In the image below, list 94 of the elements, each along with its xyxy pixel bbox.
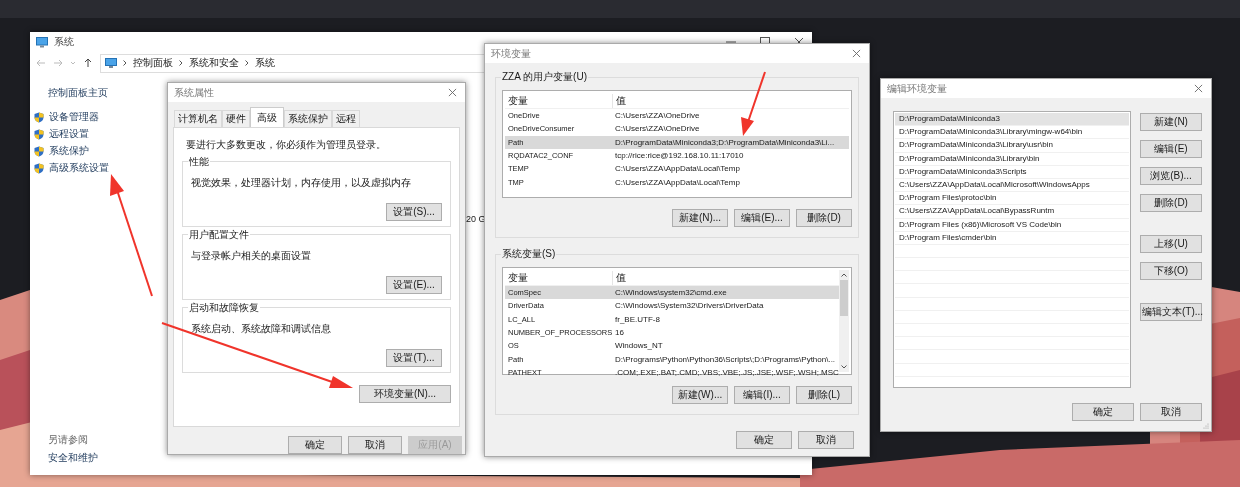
dialog-button[interactable]: 确定 <box>1072 403 1134 421</box>
dialog-button[interactable]: 取消 <box>348 436 402 454</box>
sidebar-link[interactable]: 系统保护 <box>49 144 89 158</box>
chevron-icon <box>123 60 127 66</box>
list-item[interactable]: C:\Users\ZZA\AppData\Local\Microsoft\WindowsApps <box>895 178 1129 193</box>
list-item[interactable]: D:\Program Files\protoc\bin <box>895 192 1129 206</box>
sidebar-link[interactable]: 远程设置 <box>49 127 89 141</box>
tab[interactable]: 硬件 <box>222 110 250 127</box>
dialog-button[interactable]: 确定 <box>736 431 792 449</box>
chevron-icon <box>179 60 183 66</box>
dialog-button[interactable]: 编辑(E) <box>1140 140 1202 158</box>
description-text: 与登录帐户相关的桌面设置 <box>191 249 312 263</box>
table-cell-text: C:\Windows\system32\cmd.exe <box>614 288 727 298</box>
environment-variables-button[interactable]: 环境变量(N)... <box>359 385 451 403</box>
list-item[interactable]: D:\ProgramData\Miniconda3\Library\bin <box>895 152 1129 166</box>
dialog-button[interactable]: 删除(D) <box>796 209 852 227</box>
table-cell-text: fr_BE.UTF-8 <box>614 314 660 324</box>
sidebar-link[interactable]: 设备管理器 <box>49 110 99 124</box>
group-title: 启动和故障恢复 <box>188 301 260 315</box>
column-header[interactable]: 变量 <box>505 270 612 285</box>
column-header[interactable]: 值 <box>612 93 626 108</box>
close-icon[interactable] <box>1194 84 1203 93</box>
table-cell-text: C:\Windows\System32\Drivers\DriverData <box>614 301 764 311</box>
list-item[interactable]: D:\ProgramData\Miniconda3\Scripts <box>895 165 1129 179</box>
settings-button[interactable]: 设置(T)... <box>386 349 442 367</box>
shield-icon <box>34 162 44 174</box>
tab[interactable]: 系统保护 <box>284 110 332 127</box>
table-cell-text: D:\ProgramData\Miniconda3;D:\ProgramData\Miniconda3\Li... <box>614 137 835 147</box>
sidebar-link[interactable]: 安全和维护 <box>48 451 164 465</box>
up-arrow-icon[interactable] <box>83 58 93 68</box>
settings-button[interactable]: 设置(S)... <box>386 203 442 221</box>
sidebar-link[interactable]: 高级系统设置 <box>49 161 109 175</box>
tab[interactable]: 高级 <box>250 107 284 127</box>
dialog-button[interactable]: 上移(U) <box>1140 235 1202 253</box>
dialog-button[interactable]: 确定 <box>288 436 342 454</box>
list-item[interactable]: D:\ProgramData\Miniconda3\Library\mingw-w64\bin <box>895 126 1129 140</box>
dialog-button[interactable]: 编辑文本(T)... <box>1140 303 1202 321</box>
section-heading: 另请参阅 <box>48 433 89 447</box>
sidebar-link[interactable]: 控制面板主页 <box>48 86 164 100</box>
description-text: 系统启动、系统故障和调试信息 <box>191 322 332 336</box>
table-cell-text: .COM;.EXE;.BAT;.CMD;.VBS;.VBE;.JS;.JSE;.WSF;.WSH;.MSC <box>614 367 839 377</box>
dialog-button[interactable]: 删除(L) <box>796 386 852 404</box>
breadcrumb-item[interactable]: 系统和安全 <box>189 56 239 70</box>
settings-button[interactable]: 设置(E)... <box>386 276 442 294</box>
table-cell-text: tcp://rice:rice@192.168.10.11:17010 <box>614 151 744 161</box>
dialog-button[interactable]: 浏览(B)... <box>1140 167 1202 185</box>
group-title: 用户配置文件 <box>188 228 250 242</box>
table-cell-text: D:\Programs\Python\Python36\Scripts\;D:\Programs\Python\... <box>614 354 836 364</box>
tab[interactable]: 远程 <box>332 110 360 127</box>
shield-icon <box>34 128 44 140</box>
breadcrumb-item[interactable]: 控制面板 <box>133 56 173 70</box>
column-header[interactable]: 值 <box>612 270 626 285</box>
dialog-button[interactable]: 编辑(E)... <box>734 209 790 227</box>
group-title: 系统变量(S) <box>501 247 557 261</box>
description-text: 视觉效果，处理器计划，内存使用，以及虚拟内存 <box>191 176 412 190</box>
table-cell-text: C:\Users\ZZA\OneDrive <box>614 111 700 121</box>
window-title: 系统 <box>54 35 74 49</box>
arrow <box>741 71 766 136</box>
dialog-button[interactable]: 删除(D) <box>1140 194 1202 212</box>
close-icon[interactable] <box>448 88 457 97</box>
group-title: 性能 <box>188 155 210 169</box>
scrollbar[interactable] <box>839 270 849 372</box>
dialog-button[interactable]: 取消 <box>1140 403 1202 421</box>
shield-icon <box>34 145 44 157</box>
close-icon[interactable] <box>852 49 861 58</box>
window-title: 编辑环境变量 <box>887 81 947 96</box>
table-cell-text: C:\Users\ZZA\OneDrive <box>614 124 700 134</box>
tab[interactable]: 计算机名 <box>174 110 222 127</box>
chevron-icon <box>245 60 249 66</box>
column-header[interactable]: 变量 <box>505 93 612 108</box>
list-item[interactable]: D:\Program Files (x86)\Microsoft VS Code\bin <box>895 218 1129 232</box>
scroll-down-icon[interactable] <box>841 365 847 369</box>
info-text: 要进行大多数更改，你必须作为管理员登录。 <box>186 138 387 152</box>
list-item[interactable]: D:\Program Files\cmder\bin <box>895 231 1129 245</box>
dialog-button[interactable]: 取消 <box>798 431 854 449</box>
scroll-up-icon[interactable] <box>841 273 847 277</box>
monitor-icon <box>36 36 48 48</box>
dialog-button[interactable]: 编辑(I)... <box>734 386 790 404</box>
dialog-button[interactable]: 新建(W)... <box>672 386 728 404</box>
window-title: 系统属性 <box>174 85 214 100</box>
shield-icon <box>34 111 44 123</box>
dialog-button[interactable]: 新建(N)... <box>672 209 728 227</box>
dialog-button[interactable]: 下移(O) <box>1140 262 1202 280</box>
group-title: ZZA 的用户变量(U) <box>501 70 588 84</box>
monitor-icon <box>105 58 117 68</box>
table-cell-text: C:\Users\ZZA\AppData\Local\Temp <box>614 164 740 174</box>
list-item[interactable]: D:\ProgramData\Miniconda3 <box>895 113 1129 127</box>
table-cell-text: Windows_NT <box>614 341 663 351</box>
table-cell-text: 16 <box>614 328 624 338</box>
breadcrumb-item[interactable]: 系统 <box>255 56 275 70</box>
table-cell-text: C:\Users\ZZA\AppData\Local\Temp <box>614 177 740 187</box>
list-item[interactable]: C:\Users\ZZA\AppData\Local\BypassRuntm <box>895 205 1129 219</box>
dialog-button[interactable]: 新建(N) <box>1140 113 1202 131</box>
list-item[interactable]: D:\ProgramData\Miniconda3\Library\usr\bin <box>895 139 1129 153</box>
